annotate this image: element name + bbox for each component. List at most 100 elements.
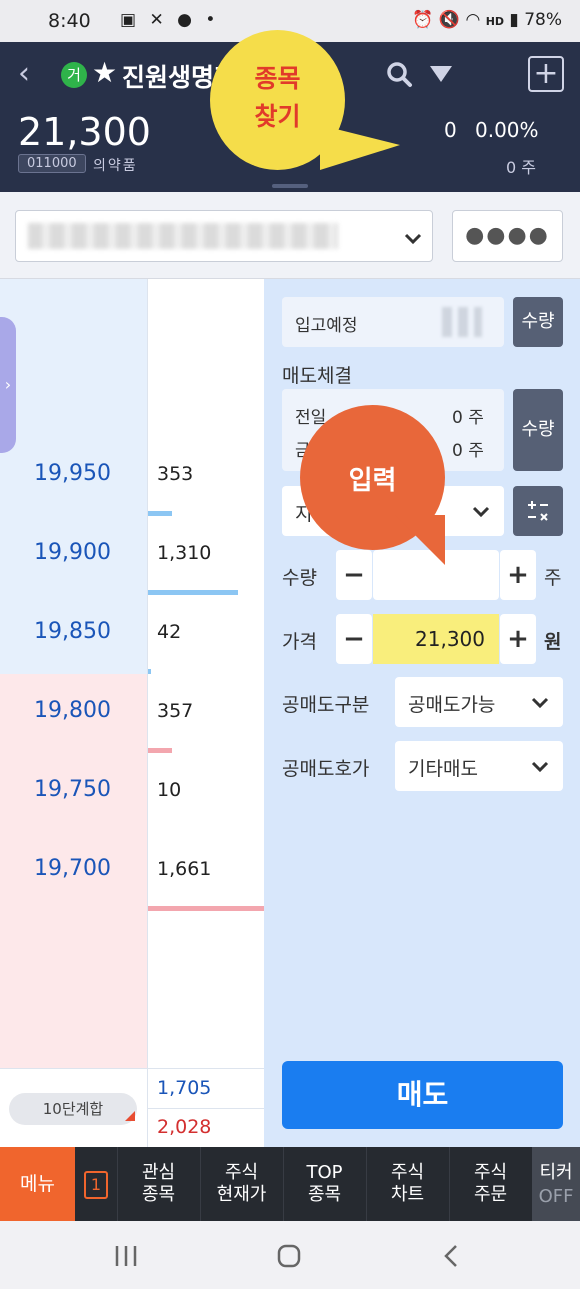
orderbook-row[interactable]: 19,700 1,661: [0, 832, 264, 911]
menu-current-price[interactable]: 주식 현재가: [200, 1147, 282, 1221]
price-decrease-button[interactable]: −: [336, 614, 372, 664]
menu-order-line1: 주식: [473, 1162, 508, 1183]
menu-order-line2: 주문: [473, 1184, 508, 1205]
side-panel-tab[interactable]: ›: [0, 317, 16, 453]
menu-chart[interactable]: 주식 차트: [366, 1147, 448, 1221]
price-change-percent: 0.00%: [475, 118, 539, 142]
account-select[interactable]: [15, 210, 433, 262]
price-level: 19,950: [34, 461, 111, 486]
sell-button[interactable]: 매도: [282, 1061, 563, 1129]
quantity-cell: [148, 911, 264, 990]
ten-level-sum-button[interactable]: 10단계합: [9, 1093, 137, 1125]
chevron-down-icon: [472, 506, 490, 518]
callout-line-2: 찾기: [254, 102, 301, 131]
incoming-box: 입고예정: [282, 297, 504, 347]
price-cell[interactable]: 19,850: [0, 595, 148, 674]
input-callout-text: 입력: [348, 466, 397, 496]
quantity-cell: 357: [148, 674, 264, 753]
short-sell-type-value: 공매도가능: [408, 694, 496, 716]
ticker-state: OFF: [538, 1186, 574, 1207]
orderbook-summary: 10단계합 1,705 2,028: [0, 1068, 264, 1148]
price-cell[interactable]: [0, 279, 148, 358]
short-sell-quote-select[interactable]: 기타매도: [395, 741, 563, 791]
notification-icons: ▣ ✕ ● •: [120, 10, 220, 30]
today-value: 0 주: [452, 441, 484, 461]
menu-chart-line1: 주식: [390, 1162, 425, 1183]
battery-level: 78%: [524, 10, 562, 30]
menu-order[interactable]: 주식 주문: [449, 1147, 531, 1221]
chevron-down-icon: [531, 761, 549, 773]
buy-total: 2,028: [157, 1116, 212, 1138]
orderbook-row[interactable]: 19,800 357: [0, 674, 264, 753]
orderbook-row[interactable]: [0, 358, 264, 437]
quantity-cell: 1,661: [148, 832, 264, 911]
drag-handle[interactable]: [272, 184, 308, 188]
prev-day-value: 0 주: [452, 408, 484, 428]
price-level: 19,700: [34, 856, 111, 881]
menu-button[interactable]: 메뉴: [0, 1147, 75, 1221]
recent-apps-icon[interactable]: [114, 1245, 138, 1267]
home-icon[interactable]: [277, 1244, 301, 1268]
password-field[interactable]: ●●●●: [452, 210, 563, 262]
back-arrow-icon[interactable]: ‹: [18, 56, 30, 91]
input-callout: 입력: [300, 405, 445, 565]
menu-current-price-line1: 주식: [224, 1162, 259, 1183]
back-icon[interactable]: [442, 1244, 460, 1268]
calculator-icon[interactable]: [513, 486, 563, 536]
menu-top-stocks[interactable]: TOP 종목: [283, 1147, 365, 1221]
orderbook-row[interactable]: 19,850 42: [0, 595, 264, 674]
price-cell[interactable]: [0, 911, 148, 990]
ticker-label: 티커: [539, 1162, 573, 1183]
orderbook-row[interactable]: 19,750 10: [0, 753, 264, 832]
menu-favorites[interactable]: 관심 종목: [117, 1147, 199, 1221]
chevron-down-icon: [531, 697, 549, 709]
orderbook-row[interactable]: [0, 279, 264, 358]
orderbook-row[interactable]: 19,950 353: [0, 437, 264, 516]
price-level: 19,750: [34, 777, 111, 802]
price-cell[interactable]: [0, 358, 148, 437]
find-stock-callout: 종목 찾기: [210, 30, 400, 180]
short-sell-type-select[interactable]: 공매도가능: [395, 677, 563, 727]
price-change: 0: [444, 118, 457, 142]
sell-total: 1,705: [157, 1077, 212, 1099]
orderbook: 19,950 353 19,900 1,310 19,850 42 19,800 357 19,…: [0, 279, 264, 1147]
price-cell[interactable]: 19,750: [0, 753, 148, 832]
quantity-cell: 353: [148, 437, 264, 516]
price-cell[interactable]: 19,700: [0, 832, 148, 911]
page-count-badge[interactable]: 1: [84, 1171, 108, 1199]
dropdown-triangle-icon[interactable]: [430, 66, 452, 82]
stock-code: 011000: [18, 154, 86, 173]
current-price: 21,300: [18, 110, 151, 154]
system-icons: ⏰ 🔇 ◠ HD ▮ 78%: [412, 10, 562, 30]
menu-chart-line2: 차트: [390, 1184, 425, 1205]
orderbook-row[interactable]: 19,900 1,310: [0, 516, 264, 595]
corner-marker-icon: [125, 1111, 135, 1121]
orderbook-row[interactable]: [0, 990, 264, 1069]
ticker-toggle[interactable]: 티커 OFF: [532, 1147, 580, 1221]
short-sell-quote-value: 기타매도: [408, 758, 478, 780]
favorite-star-icon[interactable]: ★: [92, 56, 117, 89]
clock: 8:40: [48, 10, 91, 32]
bottom-menu: 메뉴 1 관심 종목 주식 현재가 TOP 종목 주식 차트 주식 주문 티커 …: [0, 1147, 580, 1221]
quantity-cell: 1,310: [148, 516, 264, 595]
market-badge: 거: [61, 62, 87, 88]
price-level: 19,800: [34, 698, 111, 723]
price-increase-button[interactable]: +: [500, 614, 536, 664]
price-cell[interactable]: [0, 990, 148, 1069]
price-cell[interactable]: 19,800: [0, 674, 148, 753]
incoming-qty-button[interactable]: 수량: [513, 297, 563, 347]
search-icon[interactable]: [385, 60, 413, 88]
quantity-level: 353: [157, 463, 194, 485]
menu-top-stocks-line2: 종목: [307, 1184, 342, 1205]
price-input[interactable]: 21,300: [373, 614, 499, 664]
quantity-label: 수량: [282, 567, 317, 589]
hd-voice-icon: HD: [485, 15, 505, 28]
price-cell[interactable]: 19,950: [0, 437, 148, 516]
quantity-cell: 10: [148, 753, 264, 832]
account-number-blurred: [28, 223, 338, 249]
orderbook-row[interactable]: [0, 911, 264, 990]
quantity-increase-button[interactable]: +: [500, 550, 536, 600]
executed-qty-button[interactable]: 수량: [513, 389, 563, 471]
add-icon[interactable]: +: [528, 56, 564, 92]
price-cell[interactable]: 19,900: [0, 516, 148, 595]
